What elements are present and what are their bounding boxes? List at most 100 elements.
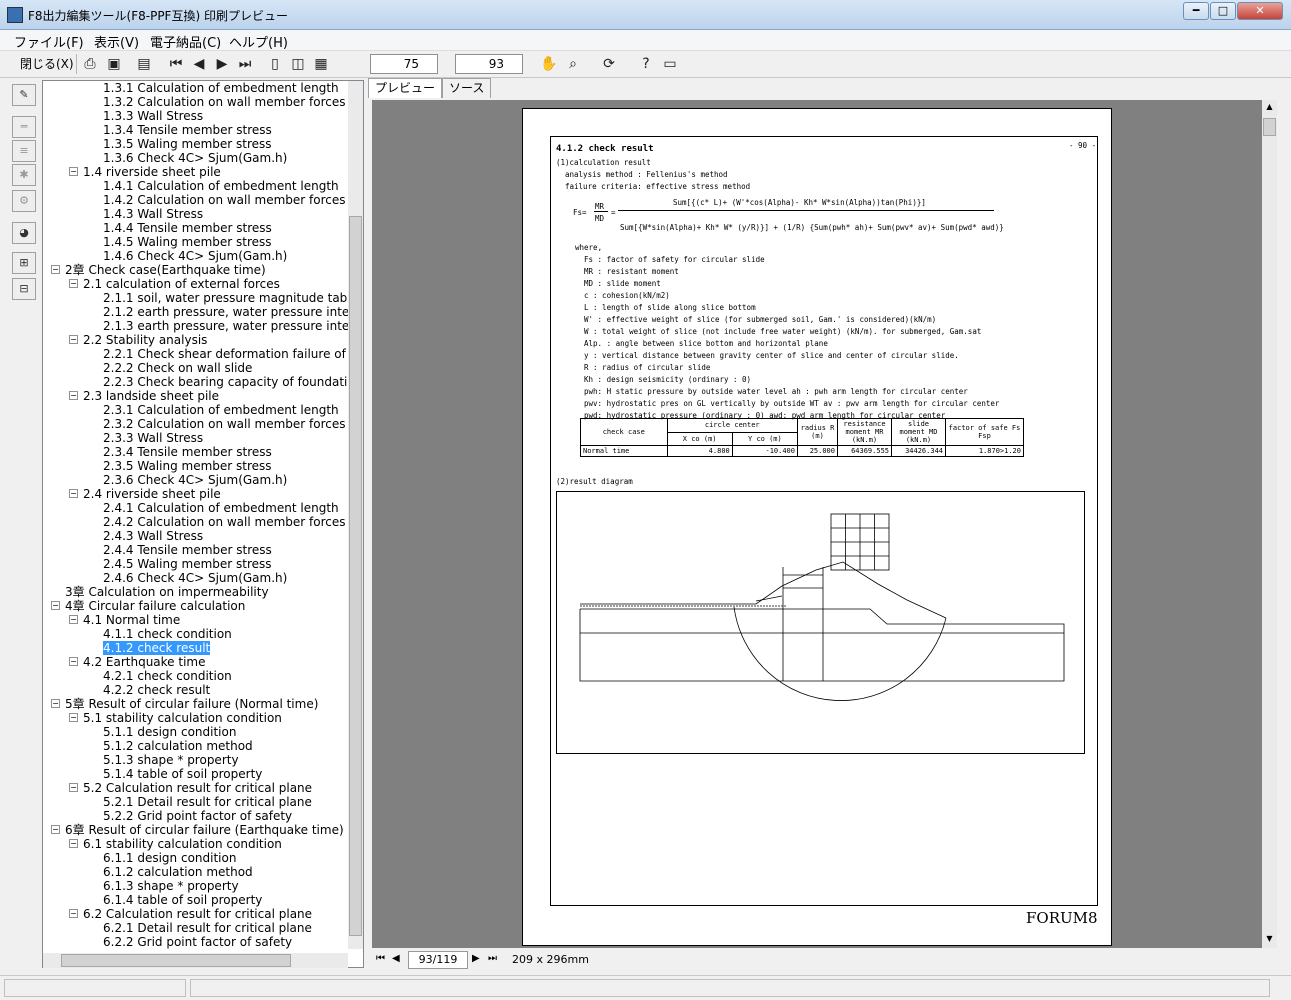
tree-node[interactable]: 2.4.2 Calculation on wall member forces bbox=[103, 515, 346, 529]
tree-node[interactable]: 1.4.3 Wall Stress bbox=[103, 207, 203, 221]
tree-toggle[interactable]: − bbox=[51, 825, 60, 834]
zoom-input[interactable]: 75 bbox=[370, 54, 438, 74]
scroll-thumb[interactable] bbox=[349, 216, 362, 936]
tree-view-icon[interactable]: ⊞ bbox=[12, 252, 36, 274]
tree-node[interactable]: 1.3.2 Calculation on wall member forces bbox=[103, 95, 346, 109]
tree-node[interactable]: 2.2.1 Check shear deformation failure of… bbox=[103, 347, 363, 361]
last-page-icon[interactable]: ⏭ bbox=[235, 54, 255, 74]
tree-node[interactable]: 4章 Circular failure calculation bbox=[65, 599, 245, 613]
tree-node[interactable]: 5.1.2 calculation method bbox=[103, 739, 253, 753]
nav-last-icon[interactable]: ⏭ bbox=[488, 953, 497, 964]
print-icon[interactable]: ⎙ bbox=[80, 54, 100, 74]
minimize-button[interactable]: ━ bbox=[1183, 2, 1209, 20]
refresh-icon[interactable]: ⟳ bbox=[599, 54, 619, 74]
preview-vertical-scrollbar[interactable]: ▲ ▼ bbox=[1262, 100, 1277, 948]
tree-node[interactable]: 2.2 Stability analysis bbox=[83, 333, 207, 347]
tree-node[interactable]: 1.3.4 Tensile member stress bbox=[103, 123, 272, 137]
tree-node[interactable]: 5.2 Calculation result for critical plan… bbox=[83, 781, 312, 795]
tree-node[interactable]: 1.3.1 Calculation of embedment length bbox=[103, 81, 339, 95]
info-icon[interactable]: ▭ bbox=[660, 54, 680, 74]
tree-toggle[interactable]: − bbox=[69, 783, 78, 792]
tree-toggle[interactable]: − bbox=[69, 839, 78, 848]
export-icon[interactable]: ▤ bbox=[134, 54, 154, 74]
nav-next-icon[interactable]: ▶ bbox=[472, 953, 480, 964]
menu-help[interactable]: ヘルプ(H) bbox=[229, 32, 288, 51]
tree-vertical-scrollbar[interactable] bbox=[348, 81, 363, 949]
tree-node[interactable]: 2.3.5 Waling member stress bbox=[103, 459, 272, 473]
line-icon[interactable]: ═ bbox=[12, 116, 36, 138]
tree-toggle[interactable]: − bbox=[51, 265, 60, 274]
tree-node[interactable]: 2.4.3 Wall Stress bbox=[103, 529, 203, 543]
tree-node[interactable]: 4.2.2 check result bbox=[103, 683, 210, 697]
tree-toggle[interactable]: − bbox=[69, 335, 78, 344]
help-icon[interactable]: ? bbox=[636, 54, 656, 74]
tree-toggle[interactable]: − bbox=[69, 657, 78, 666]
tree-node[interactable]: 2.3.1 Calculation of embedment length bbox=[103, 403, 339, 417]
scroll-up-icon[interactable]: ▲ bbox=[1263, 102, 1276, 114]
tree-node[interactable]: 6.2.2 Grid point factor of safety bbox=[103, 935, 292, 949]
chapter-tree[interactable]: 1.3.1 Calculation of embedment length 1.3… bbox=[42, 80, 364, 968]
scroll-down-icon[interactable]: ▼ bbox=[1263, 934, 1276, 946]
pen-icon[interactable]: ✎ bbox=[12, 84, 36, 106]
tab-preview[interactable]: プレビュー bbox=[368, 78, 443, 98]
palette-icon[interactable]: ◕ bbox=[12, 222, 36, 244]
tree-node[interactable]: 4.1.1 check condition bbox=[103, 627, 232, 641]
tree-node[interactable]: 1.3.3 Wall Stress bbox=[103, 109, 203, 123]
tree-node[interactable]: 5.1.1 design condition bbox=[103, 725, 236, 739]
tree-node[interactable]: 3章 Calculation on impermeability bbox=[65, 585, 269, 599]
menu-e-delivery[interactable]: 電子納品(C) bbox=[150, 32, 221, 51]
maximize-button[interactable]: □ bbox=[1210, 2, 1236, 20]
tree-node[interactable]: 1.4.1 Calculation of embedment length bbox=[103, 179, 339, 193]
tree-toggle[interactable]: − bbox=[69, 279, 78, 288]
tree-node[interactable]: 6.2.1 Detail result for critical plane bbox=[103, 921, 312, 935]
tree-node[interactable]: 6章 Result of circular failure (Earthquak… bbox=[65, 823, 344, 837]
tree-node[interactable]: 2.4.5 Waling member stress bbox=[103, 557, 272, 571]
tree-node[interactable]: 1.4 riverside sheet pile bbox=[83, 165, 221, 179]
tree-node[interactable]: 4.2.1 check condition bbox=[103, 669, 232, 683]
tree-node[interactable]: 1.4.5 Waling member stress bbox=[103, 235, 272, 249]
tree-node[interactable]: 2.4.6 Check 4C> Sjum(Gam.h) bbox=[103, 571, 287, 585]
two-page-icon[interactable]: ◫ bbox=[288, 54, 308, 74]
tree-toggle[interactable]: − bbox=[69, 167, 78, 176]
tree-node[interactable]: 2.4.1 Calculation of embedment length bbox=[103, 501, 339, 515]
tree-node[interactable]: 1.3.5 Waling member stress bbox=[103, 137, 272, 151]
tree-node[interactable]: 4.2 Earthquake time bbox=[83, 655, 205, 669]
tab-source[interactable]: ソース bbox=[442, 78, 492, 98]
tree-toggle[interactable]: − bbox=[69, 713, 78, 722]
scroll-thumb[interactable] bbox=[1263, 118, 1276, 136]
tree-node[interactable]: 2.1.3 earth pressure, water pressure int… bbox=[103, 319, 363, 333]
settings-icon[interactable]: ⚙ bbox=[12, 190, 36, 212]
tree-toggle[interactable]: − bbox=[69, 909, 78, 918]
lines-icon[interactable]: ≡ bbox=[12, 140, 36, 162]
first-page-icon[interactable]: ⏮ bbox=[166, 54, 186, 74]
close-button[interactable]: 閉じる(X) bbox=[20, 55, 74, 72]
page-input[interactable]: 93 bbox=[455, 54, 523, 74]
prev-page-icon[interactable]: ◀ bbox=[189, 54, 209, 74]
tree-node[interactable]: 6.1 stability calculation condition bbox=[83, 837, 282, 851]
tree-node[interactable]: 2.3.4 Tensile member stress bbox=[103, 445, 272, 459]
tree-node[interactable]: 2.4 riverside sheet pile bbox=[83, 487, 221, 501]
tree-node[interactable]: 1.3.6 Check 4C> Sjum(Gam.h) bbox=[103, 151, 287, 165]
tree-node[interactable]: 1.4.4 Tensile member stress bbox=[103, 221, 272, 235]
tree-node[interactable]: 6.1.3 shape * property bbox=[103, 879, 239, 893]
tree-horizontal-scrollbar[interactable] bbox=[43, 953, 348, 968]
nav-page-field[interactable]: 93/119 bbox=[408, 951, 468, 969]
tree-node[interactable]: 2.1.2 earth pressure, water pressure int… bbox=[103, 305, 363, 319]
structure-icon[interactable]: ⊟ bbox=[12, 278, 36, 300]
close-window-button[interactable]: ✕ bbox=[1237, 2, 1283, 20]
tool-icon[interactable]: ✱ bbox=[12, 164, 36, 186]
tree-node[interactable]: 5.2.2 Grid point factor of safety bbox=[103, 809, 292, 823]
tree-node[interactable]: 2.1.1 soil, water pressure magnitude tab… bbox=[103, 291, 363, 305]
tree-node[interactable]: 5.1.3 shape * property bbox=[103, 753, 239, 767]
next-page-icon[interactable]: ▶ bbox=[212, 54, 232, 74]
hand-icon[interactable]: ✋ bbox=[539, 54, 559, 74]
tree-node[interactable]: 2.2.2 Check on wall slide bbox=[103, 361, 252, 375]
tree-node[interactable]: 6.2 Calculation result for critical plan… bbox=[83, 907, 312, 921]
tree-node[interactable]: 5.1 stability calculation condition bbox=[83, 711, 282, 725]
tree-node[interactable]: 5章 Result of circular failure (Normal ti… bbox=[65, 697, 318, 711]
tree-node[interactable]: 4.1 Normal time bbox=[83, 613, 180, 627]
tree-toggle[interactable]: − bbox=[69, 615, 78, 624]
tree-toggle[interactable]: − bbox=[51, 699, 60, 708]
tree-node[interactable]: 2.1 calculation of external forces bbox=[83, 277, 280, 291]
single-page-icon[interactable]: ▯ bbox=[265, 54, 285, 74]
